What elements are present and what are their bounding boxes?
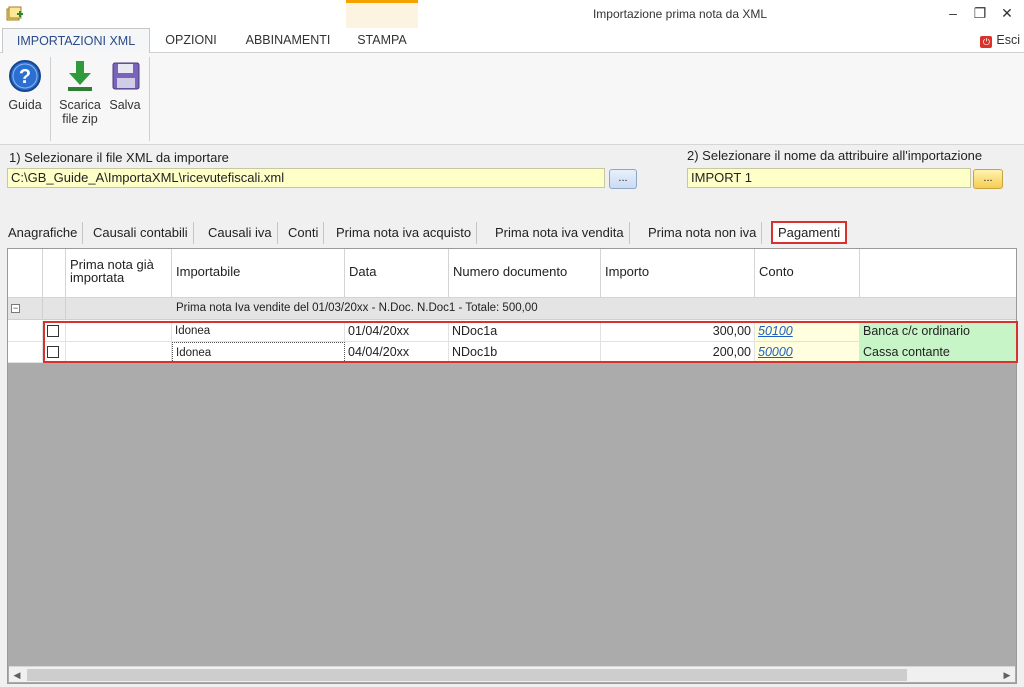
cell-importo: 200,00 (601, 342, 755, 363)
import-name-label: 2) Selezionare il nome da attribuire all… (687, 148, 983, 163)
conto-link[interactable]: 50000 (758, 345, 793, 359)
cell-importabile: Idonea (172, 321, 345, 342)
row-checkbox[interactable] (47, 346, 59, 358)
row-checkbox-cell[interactable] (43, 342, 66, 363)
tab-prima-nota-non-iva[interactable]: Prima nota non iva (643, 222, 763, 244)
browse-file-button[interactable]: ... (609, 169, 637, 189)
scroll-left-icon[interactable]: ◀ (9, 667, 25, 683)
cell-prima-nota-importata (66, 342, 172, 363)
import-name-field[interactable]: IMPORT 1 (687, 168, 971, 188)
salva-label: Salva (109, 98, 141, 112)
cell-data: 01/04/20xx (345, 321, 449, 342)
ribbon-separator (149, 57, 150, 141)
restore-button[interactable]: ❐ (969, 3, 991, 23)
tab-prima-nota-iva-vendita[interactable]: Prima nota iva vendita (490, 222, 630, 244)
ribbon-body: ? Guida Scarica file zip Salva (0, 53, 1024, 145)
tab-causali-iva[interactable]: Causali iva (203, 222, 278, 244)
tab-causali-contabili[interactable]: Causali contabili (88, 222, 194, 244)
table-row[interactable]: Idonea 04/04/20xx NDoc1b 200,00 50000 Ca… (8, 342, 1016, 363)
header-select[interactable] (43, 249, 66, 298)
cell-prima-nota-importata (66, 321, 172, 342)
header-prima-nota-importata[interactable]: Prima nota già importata (66, 249, 172, 298)
salva-button[interactable]: Salva (105, 59, 145, 112)
close-button[interactable]: ✕ (996, 3, 1018, 23)
tab-anagrafiche[interactable]: Anagrafiche (3, 222, 84, 244)
header-label: importata (70, 270, 125, 285)
cell-importabile: Idonea (172, 342, 345, 363)
help-icon: ? (9, 60, 41, 92)
exit-label: Esci (996, 33, 1020, 47)
group-row: − Prima nota Iva vendite del 01/03/20xx … (8, 298, 1016, 320)
row-indicator (8, 321, 43, 342)
group-spacer (43, 298, 66, 319)
scroll-right-icon[interactable]: ▶ (999, 667, 1015, 683)
header-row-indicator (8, 249, 43, 298)
cell-conto[interactable]: 50100 (755, 321, 860, 342)
tab-conti[interactable]: Conti (283, 222, 325, 244)
header-importabile[interactable]: Importabile (172, 249, 345, 298)
window-title: Importazione prima nota da XML (592, 7, 768, 21)
row-indicator (8, 342, 43, 363)
cell-conto[interactable]: 50000 (755, 342, 860, 363)
tab-abbinamenti[interactable]: ABBINAMENTI (232, 28, 344, 53)
header-importo[interactable]: Importo (601, 249, 755, 298)
tab-prima-nota-iva-acquisto[interactable]: Prima nota iva acquisto (331, 222, 478, 244)
title-bar: Importazione prima nota da XML – ❐ ✕ (0, 0, 1024, 28)
group-title: Prima nota Iva vendite del 01/03/20xx - … (176, 302, 538, 314)
svg-text:?: ? (19, 66, 31, 88)
scarica-zip-button[interactable]: Scarica file zip (56, 59, 104, 126)
cell-importo: 300,00 (601, 321, 755, 342)
minimize-button[interactable]: – (942, 3, 964, 23)
cell-data: 04/04/20xx (345, 342, 449, 363)
cell-descrizione: Cassa contante (860, 342, 1016, 363)
cell-numero-documento: NDoc1b (449, 342, 601, 363)
exit-icon: ⏻ (980, 36, 993, 48)
tab-pagamenti[interactable]: Pagamenti (771, 221, 848, 244)
file-path-field[interactable]: C:\GB_Guide_A\ImportaXML\ricevutefiscali… (7, 168, 605, 188)
guida-label: Guida (8, 98, 42, 112)
tab-importazioni-xml[interactable]: IMPORTAZIONI XML (2, 28, 150, 54)
save-icon (112, 62, 140, 90)
ribbon-separator (50, 57, 51, 141)
guida-button[interactable]: ? Guida (4, 59, 46, 112)
tab-stampa[interactable]: STAMPA (346, 28, 418, 53)
file-label: 1) Selezionare il file XML da importare (9, 150, 229, 165)
group-indicator (8, 298, 43, 319)
conto-link[interactable]: 50100 (758, 324, 793, 338)
header-conto[interactable]: Conto (755, 249, 860, 298)
tab-opzioni[interactable]: OPZIONI (152, 28, 230, 53)
pagamenti-grid: Prima nota già importata Importabile Dat… (7, 248, 1018, 684)
horizontal-scrollbar[interactable]: ◀ ▶ (9, 666, 1015, 682)
row-checkbox[interactable] (47, 325, 59, 337)
exit-button[interactable]: ⏻ Esci (980, 33, 1020, 48)
header-descrizione[interactable] (860, 249, 1016, 298)
header-data[interactable]: Data (345, 249, 449, 298)
scarica-label-1: Scarica (59, 98, 101, 112)
cell-numero-documento: NDoc1a (449, 321, 601, 342)
header-numero-documento[interactable]: Numero documento (449, 249, 601, 298)
cell-descrizione: Banca c/c ordinario (860, 321, 1016, 342)
scarica-label-2: file zip (62, 112, 98, 126)
scroll-thumb[interactable] (27, 669, 907, 681)
ribbon-tabs: IMPORTAZIONI XML OPZIONI ABBINAMENTI STA… (0, 28, 1024, 54)
row-checkbox-cell[interactable] (43, 321, 66, 342)
browse-name-button[interactable]: ... (973, 169, 1003, 189)
download-icon (68, 61, 92, 91)
table-row[interactable]: Idonea 01/04/20xx NDoc1a 300,00 50100 Ba… (8, 321, 1016, 342)
